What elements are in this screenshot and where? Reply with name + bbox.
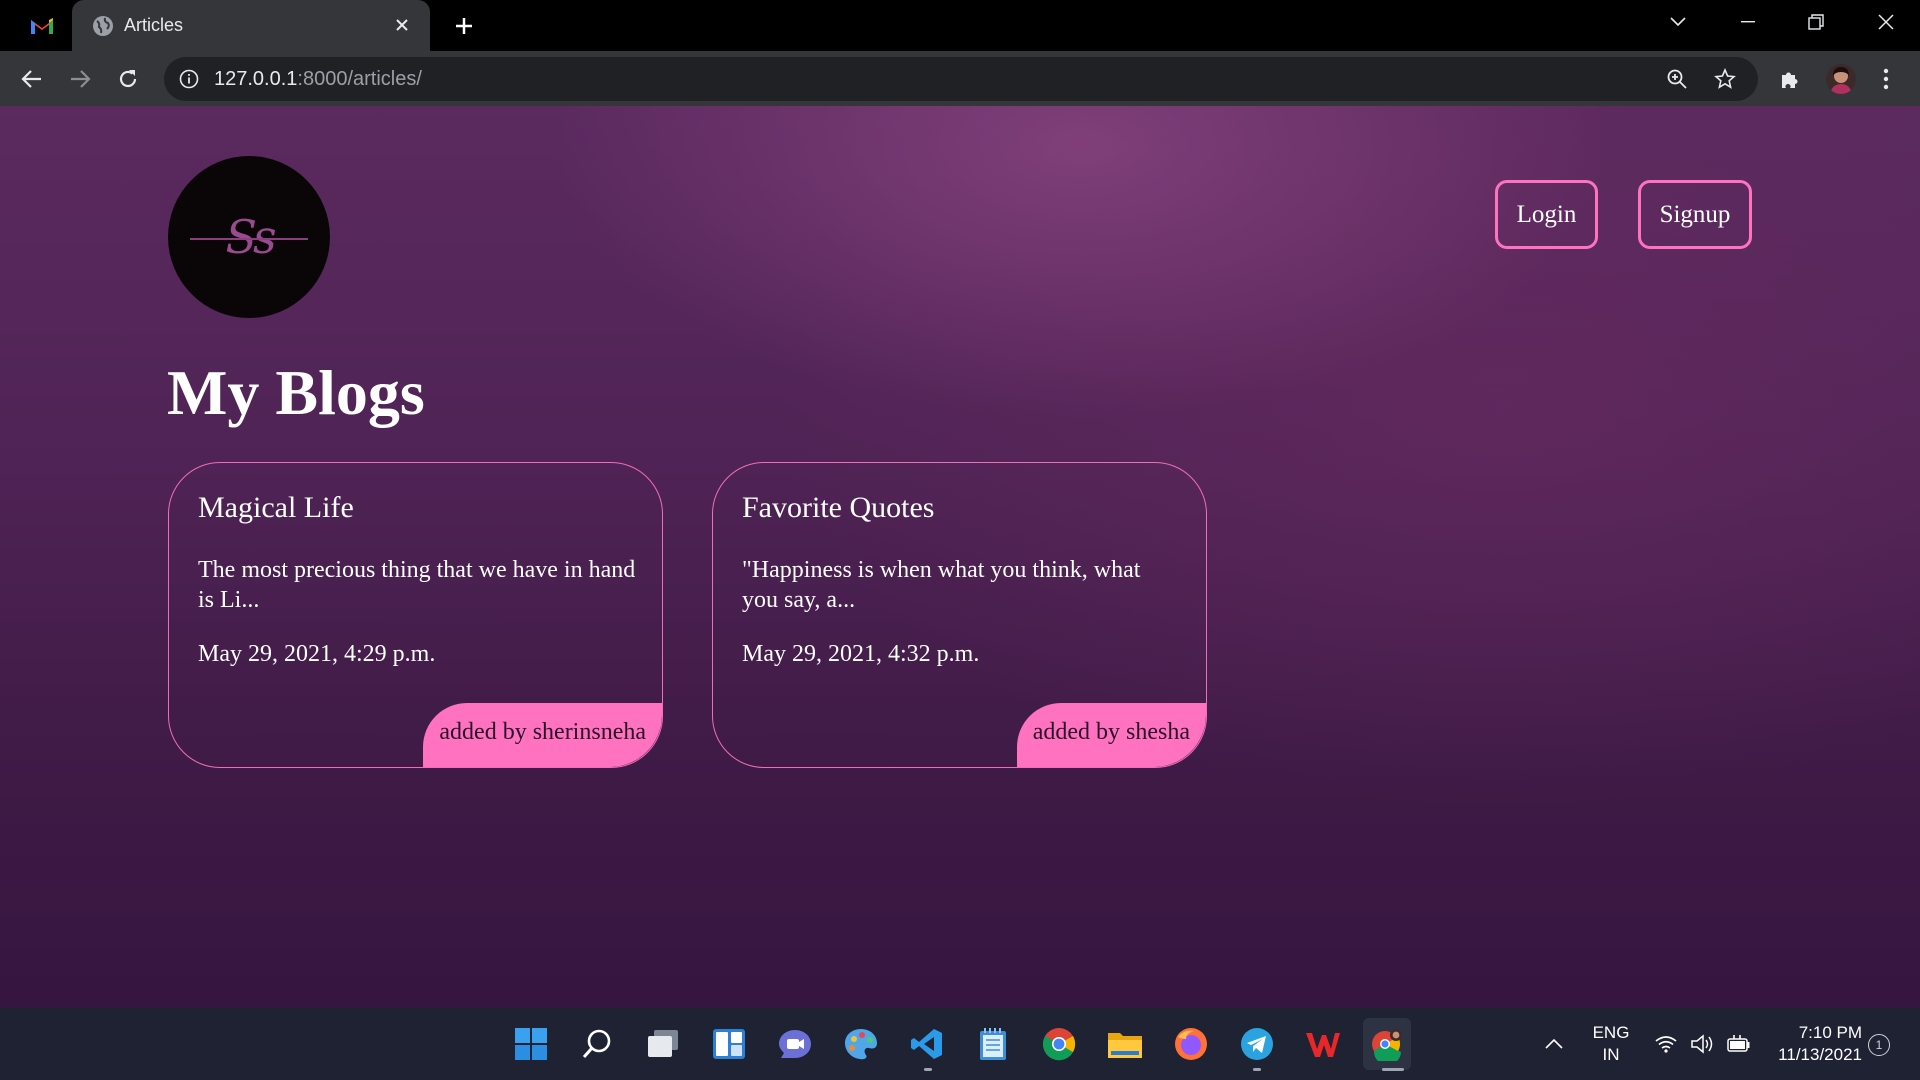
globe-icon — [93, 16, 113, 36]
zoom-icon[interactable] — [1664, 66, 1690, 92]
minimize-icon[interactable] — [1716, 0, 1780, 44]
chrome-menu-icon[interactable] — [1866, 59, 1906, 99]
file-explorer-icon[interactable] — [1105, 1024, 1145, 1064]
bookmark-star-icon[interactable] — [1712, 66, 1738, 92]
telegram-running-indicator — [1253, 1068, 1261, 1071]
telegram-icon[interactable] — [1237, 1024, 1277, 1064]
article-title[interactable]: Magical Life — [198, 491, 354, 525]
forward-icon[interactable] — [60, 59, 100, 99]
firefox-icon[interactable] — [1171, 1024, 1211, 1064]
login-button[interactable]: Login — [1495, 180, 1598, 249]
article-card[interactable]: Favorite Quotes "Happiness is when what … — [712, 462, 1207, 768]
article-excerpt: "Happiness is when what you think, what … — [742, 557, 1141, 613]
clock-time: 7:10 PM — [1798, 1023, 1862, 1042]
url-text[interactable]: 127.0.0.1:8000/articles/ — [214, 68, 422, 91]
tab-search-chevron-icon[interactable] — [1646, 0, 1710, 44]
paint-icon[interactable] — [841, 1024, 881, 1064]
restore-icon[interactable] — [1784, 0, 1848, 44]
address-bar[interactable]: 127.0.0.1:8000/articles/ — [164, 57, 1758, 101]
tab-title: Articles — [124, 15, 184, 35]
site-info-icon[interactable] — [178, 68, 200, 90]
chrome-icon[interactable] — [1039, 1024, 1079, 1064]
show-hidden-icons-chevron[interactable] — [1534, 1024, 1574, 1064]
gmail-icon — [31, 18, 53, 34]
profile-avatar[interactable] — [1826, 64, 1856, 94]
blog-page: Ss Login Signup My Blogs Magical Life Th… — [0, 106, 1920, 1008]
chrome-active-indicator — [1382, 1068, 1404, 1071]
article-author-badge: added by shesha — [1016, 703, 1206, 767]
vscode-running-indicator — [924, 1068, 932, 1071]
site-logo[interactable]: Ss — [168, 156, 330, 318]
signup-button[interactable]: Signup — [1638, 180, 1752, 249]
tab-close-icon[interactable] — [388, 11, 416, 39]
task-view-icon[interactable] — [643, 1024, 683, 1064]
logo-swash — [190, 238, 308, 240]
volume-icon[interactable] — [1684, 1024, 1720, 1064]
browser-toolbar: 127.0.0.1:8000/articles/ — [0, 51, 1920, 106]
vscode-icon[interactable] — [907, 1024, 947, 1064]
tab-articles[interactable]: Articles — [72, 0, 430, 51]
article-excerpt: The most precious thing that we have in … — [198, 557, 636, 613]
tab-strip: Articles — [0, 0, 1920, 51]
reload-icon[interactable] — [108, 59, 148, 99]
notification-badge[interactable]: 1 — [1868, 1034, 1890, 1056]
wps-office-icon[interactable] — [1303, 1024, 1343, 1064]
article-card[interactable]: Magical Life The most precious thing tha… — [168, 462, 663, 768]
search-icon[interactable] — [577, 1024, 617, 1064]
chrome-profile-icon[interactable] — [1363, 1018, 1411, 1070]
article-date: May 29, 2021, 4:29 p.m. — [198, 641, 436, 667]
region-label: IN — [1602, 1045, 1620, 1064]
page-title: My Blogs — [167, 357, 425, 428]
teams-chat-icon[interactable] — [775, 1024, 815, 1064]
widgets-icon[interactable] — [709, 1024, 749, 1064]
input-language-indicator[interactable]: ENG IN — [1588, 1022, 1634, 1066]
back-icon[interactable] — [12, 59, 52, 99]
wifi-icon[interactable] — [1648, 1024, 1684, 1064]
start-icon[interactable] — [511, 1024, 551, 1064]
plus-icon — [456, 18, 472, 34]
new-tab-button[interactable] — [448, 10, 480, 42]
language-label: ENG — [1592, 1023, 1630, 1042]
close-window-icon[interactable] — [1854, 0, 1918, 44]
extensions-icon[interactable] — [1770, 59, 1810, 99]
windows-taskbar: ENG IN 7:10 PM 11/13/2021 1 — [0, 1008, 1920, 1080]
article-date: May 29, 2021, 4:32 p.m. — [742, 641, 980, 667]
notepad-icon[interactable] — [973, 1024, 1013, 1064]
article-title[interactable]: Favorite Quotes — [742, 491, 934, 525]
clock[interactable]: 7:10 PM 11/13/2021 — [1766, 1022, 1862, 1066]
battery-charging-icon[interactable] — [1720, 1024, 1756, 1064]
logo-text: Ss — [225, 210, 276, 264]
clock-date: 11/13/2021 — [1778, 1045, 1862, 1064]
gmail-pinned-tab[interactable] — [16, 10, 68, 42]
article-author-badge: added by sherinsneha — [423, 703, 662, 767]
